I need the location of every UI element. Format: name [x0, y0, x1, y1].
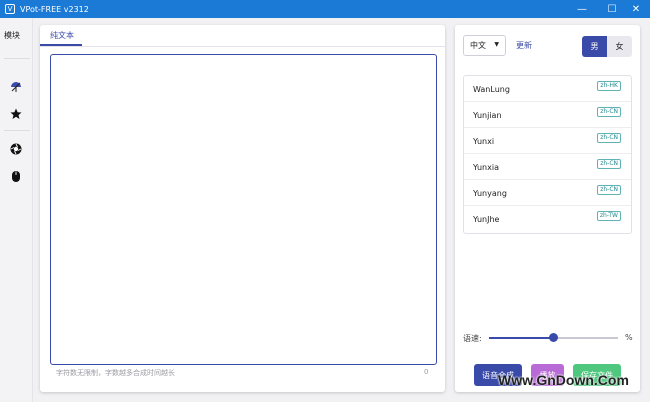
- voice-name: WanLung: [473, 85, 510, 94]
- minimize-button[interactable]: —: [568, 0, 596, 18]
- voice-name: Yunxi: [473, 137, 495, 146]
- tab-divider: [40, 46, 445, 47]
- locale-badge: zh-CN: [597, 107, 621, 117]
- list-item[interactable]: Yunyang zh-CN: [464, 180, 631, 206]
- app-icon: V: [5, 4, 15, 14]
- language-value: 中文: [470, 41, 486, 50]
- refresh-button[interactable]: 更新: [516, 40, 532, 51]
- locale-badge: zh-CN: [597, 159, 621, 169]
- list-item[interactable]: YunJhe zh-TW: [464, 206, 631, 232]
- module-sidebar: 模块: [0, 18, 33, 402]
- list-item[interactable]: Yunjian zh-CN: [464, 102, 631, 128]
- umbrella-icon[interactable]: [9, 80, 23, 94]
- speed-unit: %: [625, 333, 633, 342]
- sidebar-divider: [4, 130, 30, 131]
- locale-badge: zh-TW: [596, 211, 621, 221]
- sidebar-divider: [4, 58, 30, 59]
- close-button[interactable]: ✕: [622, 0, 650, 18]
- module-label: 模块: [4, 31, 20, 40]
- title-bar: V VPot-FREE v2312 — ☐ ✕: [0, 0, 650, 18]
- voice-name: Yunxia: [473, 163, 499, 172]
- character-limit-hint: 字符数无限制，字数越多合成时间越长: [56, 369, 175, 377]
- character-count: 0: [424, 368, 429, 376]
- window-title: VPot-FREE v2312: [20, 4, 89, 14]
- list-item[interactable]: Yunxia zh-CN: [464, 154, 631, 180]
- aperture-icon[interactable]: [9, 142, 23, 156]
- star-icon[interactable]: [9, 107, 23, 121]
- speed-label: 语速:: [463, 334, 482, 343]
- locale-badge: zh-HK: [597, 81, 621, 91]
- list-item[interactable]: Yunxi zh-CN: [464, 128, 631, 154]
- list-item[interactable]: WanLung zh-HK: [464, 76, 631, 102]
- locale-badge: zh-CN: [597, 133, 621, 143]
- text-input-area[interactable]: [50, 54, 437, 365]
- gender-female-button[interactable]: 女: [607, 36, 632, 57]
- tab-plain-text[interactable]: 纯文本: [48, 30, 76, 41]
- watermark: Www.GnDown.Com: [498, 372, 629, 388]
- chevron-down-icon: ▼: [494, 41, 499, 48]
- voice-list: WanLung zh-HK Yunjian zh-CN Yunxi zh-CN …: [463, 75, 632, 234]
- speed-slider-fill: [489, 337, 554, 339]
- language-select[interactable]: 中文 ▼: [463, 35, 506, 56]
- voice-name: Yunjian: [473, 111, 502, 120]
- voice-name: YunJhe: [473, 215, 500, 224]
- voice-name: Yunyang: [473, 189, 507, 198]
- mouse-icon[interactable]: [9, 169, 23, 183]
- speed-slider-thumb[interactable]: [549, 333, 558, 342]
- gender-male-button[interactable]: 男: [582, 36, 607, 57]
- locale-badge: zh-CN: [597, 185, 621, 195]
